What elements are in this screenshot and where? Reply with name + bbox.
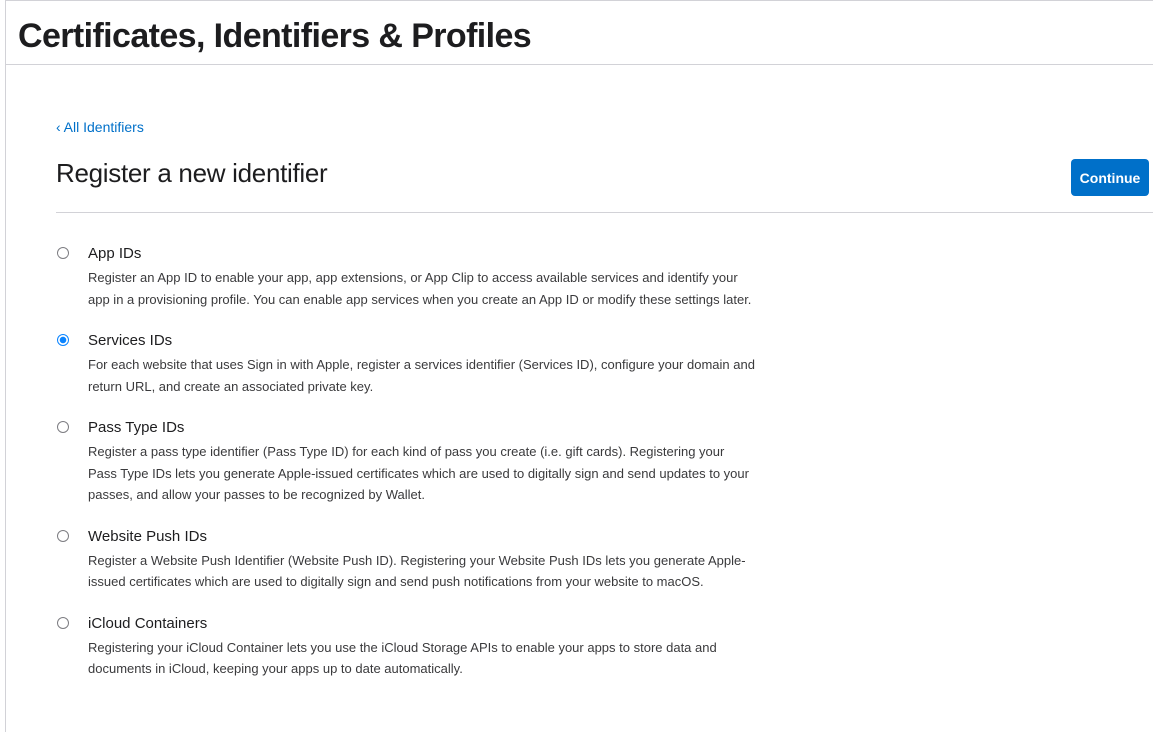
option-app-ids[interactable]: App IDs Register an App ID to enable you… (56, 245, 756, 310)
option-icloud-containers[interactable]: iCloud Containers Registering your iClou… (56, 615, 756, 680)
option-description: Register a pass type identifier (Pass Ty… (88, 444, 749, 502)
option-services-ids[interactable]: Services IDs For each website that uses … (56, 332, 756, 397)
page-title: Certificates, Identifiers & Profiles (18, 17, 532, 55)
chevron-left-icon: ‹ (56, 119, 61, 135)
radio-app-ids[interactable] (57, 247, 69, 259)
option-title: App IDs (88, 245, 142, 262)
option-title: Website Push IDs (88, 527, 207, 545)
option-description: Register a Website Push Identifier (Webs… (88, 552, 746, 590)
option-title: Services IDs (88, 332, 173, 349)
option-pass-type-ids[interactable]: Pass Type IDs Register a pass type ident… (56, 419, 756, 506)
radio-services-ids[interactable] (57, 334, 69, 346)
option-description: Register an App ID to enable your app, a… (88, 270, 752, 307)
radio-icloud-containers[interactable] (57, 616, 69, 629)
option-description: For each website that uses Sign in with … (88, 357, 755, 394)
section-title: Register a new identifier (56, 158, 328, 188)
continue-button[interactable]: Continue (1071, 159, 1149, 196)
identifier-type-list: App IDs Register an App ID to enable you… (56, 245, 756, 702)
back-link-all-identifiers[interactable]: ‹ All Identifiers (56, 119, 144, 135)
radio-pass-type-ids[interactable] (57, 421, 69, 433)
back-link-label: All Identifiers (63, 119, 144, 135)
app-frame: Certificates, Identifiers & Profiles ‹ Al… (5, 0, 1153, 732)
page-header: Certificates, Identifiers & Profiles (6, 1, 1153, 65)
option-description: Registering your iCloud Container lets y… (88, 639, 717, 677)
option-title: iCloud Containers (88, 614, 208, 632)
header-divider (56, 212, 1153, 213)
option-website-push-ids[interactable]: Website Push IDs Register a Website Push… (56, 528, 756, 593)
radio-website-push-ids[interactable] (57, 529, 69, 542)
option-title: Pass Type IDs (88, 419, 185, 436)
